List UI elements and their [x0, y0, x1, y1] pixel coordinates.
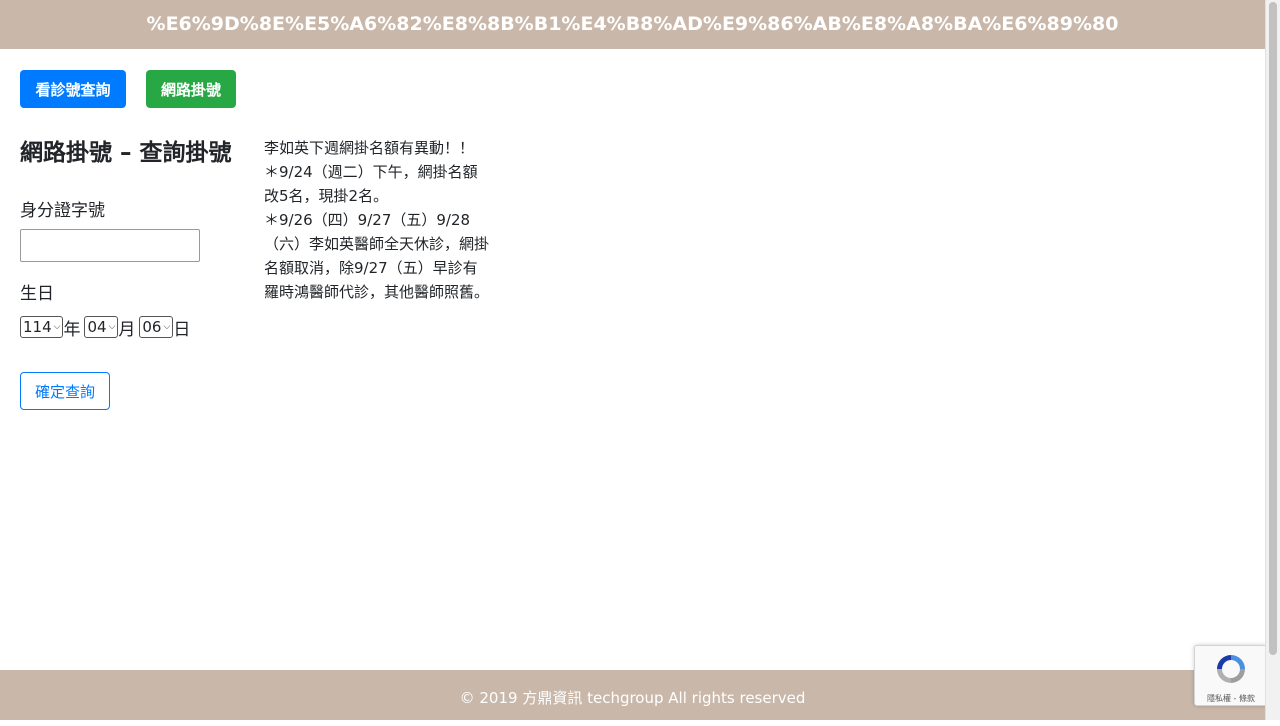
chevron-down-icon: ⌵ [163, 322, 171, 332]
recaptcha-terms[interactable]: 隱私權 - 條款 [1195, 693, 1267, 704]
site-header: %E6%9D%8E%E5%A6%82%E8%8B%B1%E4%B8%AD%E9%… [0, 0, 1265, 49]
birthday-label: 生日 [20, 284, 54, 304]
notice-text: 李如英下週網掛名額有異動！！ ＊9/24（週二）下午，網掛名額 改5名，現掛2名… [264, 139, 490, 301]
submit-query-button[interactable]: 確定查詢 [20, 372, 110, 410]
month-select[interactable]: 04 ⌵ [84, 316, 119, 338]
day-unit: 日 [173, 319, 191, 340]
vertical-scrollbar[interactable] [1265, 0, 1280, 720]
recaptcha-icon [1217, 655, 1245, 683]
day-value: 06 [142, 318, 162, 336]
year-select[interactable]: 114 ⌵ [20, 316, 64, 338]
online-register-button[interactable]: 網路掛號 [146, 70, 236, 108]
day-select[interactable]: 06 ⌵ [139, 316, 174, 338]
site-title: %E6%9D%8E%E5%A6%82%E8%8B%B1%E4%B8%AD%E9%… [146, 13, 1119, 35]
id-number-input[interactable] [20, 229, 200, 262]
birthday-row: 114 ⌵ 年 04 ⌵ 月 06 ⌵ 日 [20, 315, 191, 340]
recaptcha-badge[interactable]: 隱私權 - 條款 [1194, 645, 1266, 706]
chevron-down-icon: ⌵ [53, 322, 61, 332]
form-title: 網路掛號 – 查詢掛號 [20, 140, 232, 166]
id-number-label: 身分證字號 [20, 201, 105, 221]
copyright-text: © 2019 方鼎資訊 techgroup All rights reserve… [459, 689, 806, 707]
scrollbar-thumb[interactable] [1269, 2, 1277, 655]
month-unit: 月 [118, 319, 136, 340]
chevron-down-icon: ⌵ [108, 322, 116, 332]
year-value: 114 [23, 318, 52, 336]
month-value: 04 [87, 318, 107, 336]
year-unit: 年 [63, 319, 81, 340]
site-footer: © 2019 方鼎資訊 techgroup All rights reserve… [0, 670, 1265, 720]
lookup-number-button[interactable]: 看診號查詢 [20, 70, 126, 108]
